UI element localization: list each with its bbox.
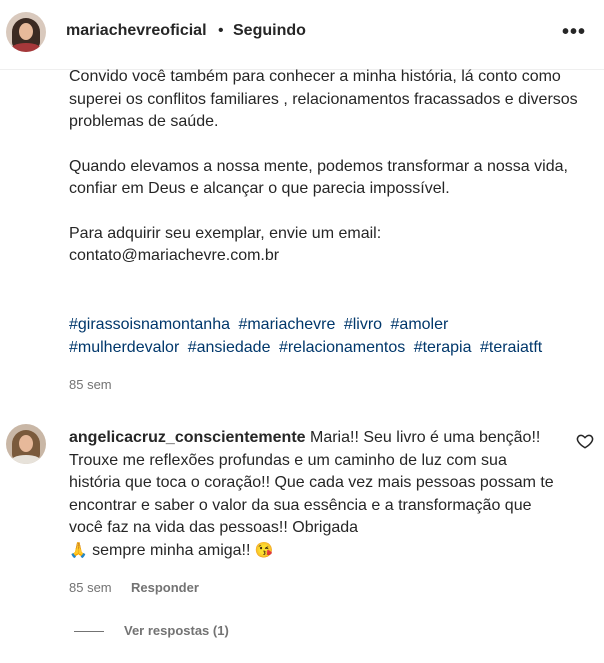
post-header: mariachevreoficial • Seguindo ••• <box>0 0 604 70</box>
author-avatar[interactable] <box>6 12 46 52</box>
hashtag-link[interactable]: #mulherdevalor <box>69 339 179 356</box>
hashtag-link[interactable]: #amoler <box>391 316 449 333</box>
hashtag-link[interactable]: #ansiedade <box>188 339 271 356</box>
post-timestamp[interactable]: 85 sem <box>69 377 112 392</box>
following-button[interactable]: Seguindo <box>233 22 306 40</box>
hashtag-list: #girassoisnamontanha #mariachevre #livro… <box>69 314 589 359</box>
post-caption: Convido você também para conhecer a minh… <box>69 66 589 268</box>
replies-divider <box>74 631 104 632</box>
reply-button[interactable]: Responder <box>131 580 199 595</box>
caption-paragraph-2: Quando elevamos a nossa mente, podemos t… <box>69 157 568 198</box>
commenter-username[interactable]: angelicacruz_conscientemente <box>69 429 306 446</box>
praying-hands-emoji: 🙏 <box>69 541 88 559</box>
caption-paragraph-3-line-1: Para adquirir seu exemplar, envie um ema… <box>69 224 382 242</box>
kiss-emoji: 😘 <box>254 541 274 559</box>
caption-paragraph-1: Convido você também para conhecer a minh… <box>69 68 578 130</box>
heart-outline-icon[interactable] <box>576 432 594 450</box>
comment-timestamp[interactable]: 85 sem <box>69 580 112 595</box>
hashtag-link[interactable]: #relacionamentos <box>279 339 405 356</box>
caption-email: contato@mariachevre.com.br <box>69 247 280 264</box>
more-options-icon[interactable]: ••• <box>562 22 586 42</box>
comment-body: angelicacruz_conscientemente Maria!! Seu… <box>69 427 559 562</box>
hashtag-link[interactable]: #girassoisnamontanha <box>69 316 230 333</box>
separator-dot: • <box>218 22 224 39</box>
comment-text-end: sempre minha amiga!! <box>92 541 251 559</box>
author-username[interactable]: mariachevreoficial <box>66 22 207 40</box>
hashtag-link[interactable]: #mariachevre <box>238 316 335 333</box>
hashtag-link[interactable]: #teraiatft <box>480 339 542 356</box>
view-replies-button[interactable]: Ver respostas (1) <box>124 623 229 638</box>
hashtag-link[interactable]: #terapia <box>414 339 472 356</box>
hashtag-link[interactable]: #livro <box>344 316 382 333</box>
commenter-avatar[interactable] <box>6 424 46 464</box>
